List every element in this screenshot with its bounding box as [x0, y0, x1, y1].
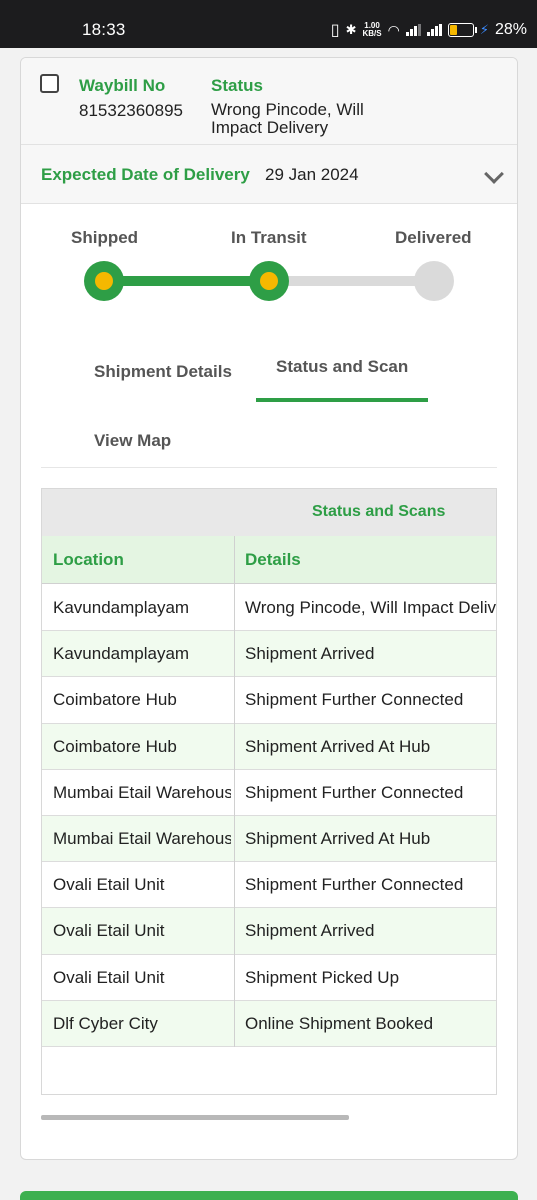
active-tab-indicator [256, 398, 428, 402]
cell-details: Shipment Arrived [245, 921, 375, 941]
cell-location: Kavundamplayam [53, 598, 190, 617]
horizontal-scrollbar[interactable] [41, 1115, 349, 1120]
battery-icon [447, 23, 477, 37]
battery-percent: 28% [494, 21, 527, 38]
progress-dot-shipped [84, 261, 124, 301]
network-speed-unit: KB/S [362, 29, 382, 38]
charging-icon: ⚡ [479, 22, 489, 37]
waybill-number: 81532360895 [79, 101, 184, 120]
edd-label: Expected Date of Delivery [41, 165, 250, 184]
table-row: Kavundamplayam Wrong Pincode, Will Impact… [42, 585, 497, 632]
clock: 18:33 [82, 20, 126, 39]
status-icons: ▯ ✱ 1.00 KB/S ◠ ⚡ 28% [331, 20, 527, 40]
chevron-down-icon[interactable] [484, 164, 504, 184]
status-label: Status [211, 76, 263, 95]
shipment-card: Waybill No 81532360895 Status Wrong Pinc… [20, 57, 518, 1160]
cell-details: Shipment Further Connected [245, 690, 464, 710]
cell-details: Wrong Pincode, Will Impact Delivery [245, 598, 497, 617]
cell-location: Coimbatore Hub [53, 736, 177, 756]
table-body: Kavundamplayam Wrong Pincode, Will Impact… [42, 585, 497, 1047]
scans-table-title-bar: Status and Scans [42, 489, 496, 536]
table-row: Ovali Etail Unit Shipment Further Connect… [42, 862, 496, 909]
cell-details: Shipment Further Connected [245, 782, 464, 802]
cell-location: Kavundamplayam [53, 644, 190, 664]
wifi-icon: ◠ [387, 21, 400, 38]
table-row: Mumbai Etail Warehouse Shipment Arrived A… [42, 815, 496, 863]
stage-label-in-transit: In Transit [231, 228, 307, 247]
waybill-header: Waybill No 81532360895 Status Wrong Pinc… [21, 58, 517, 144]
edd-value: 29 Jan 2024 [265, 165, 359, 184]
tab-shipment-details[interactable]: Shipment Details [94, 362, 232, 382]
scans-table-title: Status and Scans [312, 503, 446, 520]
progress-dot-delivered [414, 261, 454, 301]
table-row: Coimbatore Hub Shipment Further Connected [42, 677, 496, 724]
table-row: Ovali Etail Unit Shipment Arrived [42, 908, 496, 955]
cell-details: Shipment Arrived At Hub [245, 828, 431, 848]
cell-details: Online Shipment Booked [245, 1013, 434, 1033]
table-row: Ovali Etail Unit Shipment Picked Up [42, 955, 496, 1001]
scans-table[interactable]: Status and Scans Location Details Kavund… [41, 488, 497, 1095]
signal-icon-2 [426, 24, 442, 36]
cell-details: Shipment Picked Up [245, 967, 400, 987]
cell-details: Shipment Arrived At Hub [245, 736, 431, 756]
cell-location: Ovali Etail Unit [53, 875, 165, 895]
tabs-divider [41, 467, 497, 468]
cell-details: Shipment Further Connected [245, 875, 464, 895]
network-speed: 1.00 KB/S [362, 22, 381, 38]
signal-icon [405, 24, 421, 36]
expected-delivery-row[interactable]: Expected Date of Delivery 29 Jan 2024 [21, 144, 517, 204]
stage-label-delivered: Delivered [395, 228, 472, 247]
cell-location: Dlf Cyber City [53, 1013, 158, 1033]
column-header-location: Location [53, 550, 124, 569]
table-row: Kavundamplayam Shipment Arrived [42, 631, 496, 678]
cell-location: Ovali Etail Unit [53, 921, 165, 941]
column-header-details: Details [245, 550, 301, 569]
column-separator [234, 536, 235, 1047]
table-row: Dlf Cyber City Online Shipment Booked [42, 1000, 496, 1047]
bluetooth-icon: ✱ [345, 22, 357, 37]
cell-location: Mumbai Etail Warehouse [53, 828, 231, 848]
waybill-label: Waybill No [79, 76, 166, 95]
select-checkbox[interactable] [40, 74, 59, 93]
table-row: Mumbai Etail Warehouse Shipment Further C… [42, 770, 496, 816]
cell-details: Shipment Arrived [245, 644, 375, 664]
progress-dot-in-transit [249, 261, 289, 301]
vibrate-icon: ▯ [330, 22, 340, 39]
status-value: Wrong Pincode, Will Impact Delivery [211, 100, 364, 137]
bottom-action-button[interactable] [20, 1191, 518, 1200]
cell-location: Coimbatore Hub [53, 690, 177, 710]
cell-location: Ovali Etail Unit [53, 967, 165, 987]
cell-location: Mumbai Etail Warehouse [53, 782, 231, 802]
tab-view-map[interactable]: View Map [94, 431, 171, 451]
tab-status-and-scan[interactable]: Status and Scan [276, 357, 408, 377]
stage-label-shipped: Shipped [71, 228, 139, 247]
progress-track-pending [269, 276, 435, 286]
table-row: Coimbatore Hub Shipment Arrived At Hub [42, 723, 496, 770]
table-header-row: Location Details [42, 536, 496, 584]
system-status-bar: 18:33 ▯ ✱ 1.00 KB/S ◠ ⚡ 28% [0, 0, 537, 48]
progress-track-completed [105, 276, 269, 286]
